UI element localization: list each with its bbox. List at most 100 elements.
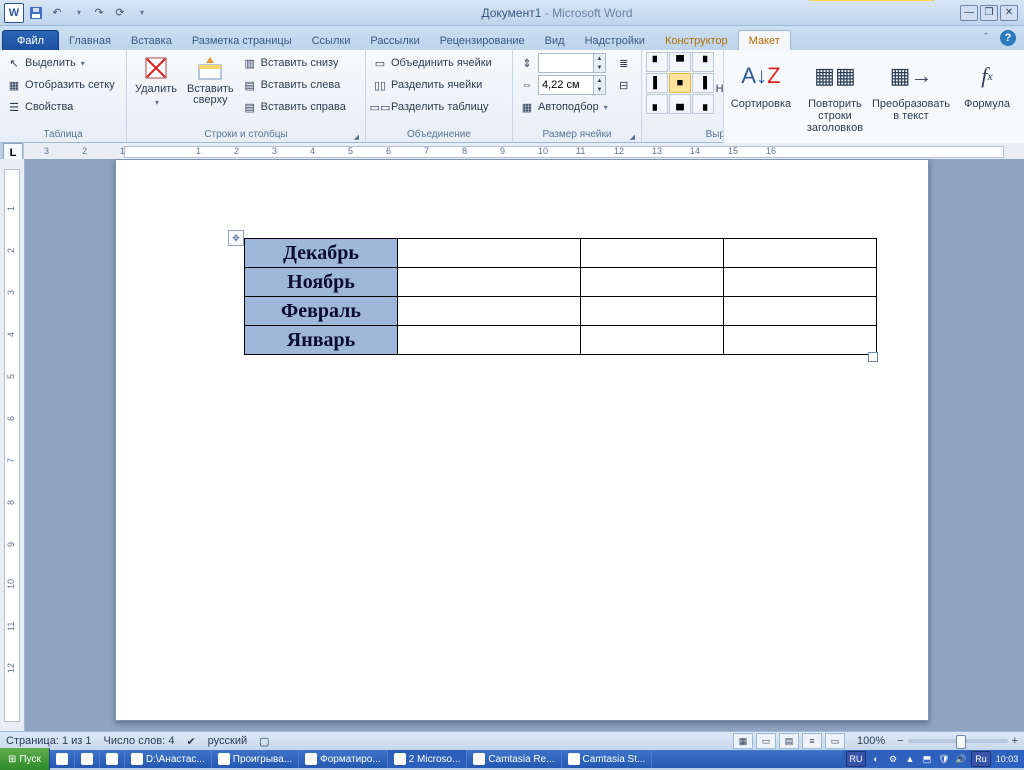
proofing-button[interactable]: ✔ bbox=[186, 735, 195, 748]
table-cell[interactable] bbox=[724, 297, 877, 326]
quick-launch[interactable] bbox=[100, 750, 125, 768]
tab-table-design[interactable]: Конструктор bbox=[655, 31, 738, 50]
align-ml[interactable]: ▌ bbox=[646, 73, 668, 93]
outline-view[interactable]: ≡ bbox=[802, 733, 822, 749]
zoom-level[interactable]: 100% bbox=[857, 735, 885, 747]
tab-home[interactable]: Главная bbox=[59, 31, 121, 50]
group-label[interactable]: Размер ячейки bbox=[517, 128, 637, 142]
tab-addins[interactable]: Надстройки bbox=[575, 31, 655, 50]
taskbar-item[interactable]: Проигрыва... bbox=[212, 750, 299, 768]
table-cell[interactable]: Февраль bbox=[245, 297, 398, 326]
split-cells-button[interactable]: ▯▯Разделить ячейки bbox=[370, 74, 494, 96]
table-resize-handle[interactable] bbox=[868, 352, 878, 362]
table-cell[interactable]: Ноябрь bbox=[245, 268, 398, 297]
merge-cells-button[interactable]: ▭Объединить ячейки bbox=[370, 52, 494, 74]
tray-icon[interactable]: ▲ bbox=[903, 752, 917, 766]
select-button[interactable]: ↖Выделить bbox=[4, 52, 117, 74]
table-move-handle[interactable]: ✥ bbox=[228, 230, 244, 246]
col-width-field[interactable]: ⇔▲▼ bbox=[517, 74, 610, 96]
help-button[interactable]: ? bbox=[1000, 30, 1016, 46]
page-indicator[interactable]: Страница: 1 из 1 bbox=[6, 735, 92, 747]
document-table[interactable]: Декабрь Ноябрь Февраль Январь bbox=[244, 238, 877, 355]
split-table-button[interactable]: ▭▭Разделить таблицу bbox=[370, 96, 494, 118]
tab-file[interactable]: Файл bbox=[2, 30, 59, 50]
vertical-ruler[interactable]: 123456789101112 bbox=[0, 159, 25, 732]
zoom-out-button[interactable]: − bbox=[897, 735, 903, 747]
table-cell[interactable] bbox=[398, 297, 581, 326]
quick-launch[interactable] bbox=[75, 750, 100, 768]
align-mc[interactable]: ■ bbox=[669, 73, 691, 93]
table-cell[interactable] bbox=[724, 239, 877, 268]
table-cell[interactable] bbox=[724, 326, 877, 355]
start-button[interactable]: ⊞ Пуск bbox=[0, 748, 50, 770]
zoom-in-button[interactable]: + bbox=[1012, 735, 1018, 747]
align-br[interactable]: ▗ bbox=[692, 94, 714, 114]
word-count[interactable]: Число слов: 4 bbox=[104, 735, 175, 747]
row-height-field[interactable]: ⇕▲▼ bbox=[517, 52, 610, 74]
table-cell[interactable] bbox=[724, 268, 877, 297]
align-bc[interactable]: ▄ bbox=[669, 94, 691, 114]
table-cell[interactable] bbox=[398, 239, 581, 268]
restore-button[interactable]: ❐ bbox=[980, 5, 998, 21]
print-layout-view[interactable]: ▦ bbox=[733, 733, 753, 749]
close-button[interactable]: ✕ bbox=[1000, 5, 1018, 21]
undo-button[interactable]: ↶ bbox=[48, 4, 66, 22]
properties-button[interactable]: ☰Свойства bbox=[4, 96, 117, 118]
view-gridlines-button[interactable]: ▦Отобразить сетку bbox=[4, 74, 117, 96]
tray-icon[interactable]: ⚙ bbox=[886, 752, 900, 766]
keyboard-layout-1[interactable]: RU bbox=[846, 751, 866, 767]
minimize-ribbon-button[interactable]: ˆ bbox=[978, 30, 994, 46]
undo-dropdown[interactable] bbox=[69, 4, 87, 22]
insert-below-button[interactable]: ▥Вставить снизу bbox=[240, 52, 348, 74]
zoom-thumb[interactable] bbox=[956, 735, 966, 749]
clock[interactable]: 10:03 bbox=[994, 752, 1020, 766]
taskbar-item[interactable]: D:\Анастас... bbox=[125, 750, 212, 768]
col-width-input[interactable] bbox=[539, 76, 593, 94]
tray-icon[interactable]: ◐ bbox=[869, 752, 883, 766]
insert-left-button[interactable]: ▤Вставить слева bbox=[240, 74, 348, 96]
align-bl[interactable]: ▖ bbox=[646, 94, 668, 114]
web-layout-view[interactable]: ▤ bbox=[779, 733, 799, 749]
tab-table-layout[interactable]: Макет bbox=[738, 30, 791, 51]
table-cell[interactable]: Декабрь bbox=[245, 239, 398, 268]
table-cell[interactable] bbox=[581, 268, 724, 297]
tray-icon[interactable]: 🛡 bbox=[937, 752, 951, 766]
quick-launch[interactable] bbox=[50, 750, 75, 768]
macro-record-button[interactable]: ▢ bbox=[259, 735, 269, 748]
taskbar-item[interactable]: 2 Microso... bbox=[388, 750, 468, 768]
table-cell[interactable] bbox=[581, 297, 724, 326]
insert-above-button[interactable]: Вставить сверху bbox=[183, 52, 238, 108]
insert-right-button[interactable]: ▤Вставить справа bbox=[240, 96, 348, 118]
draft-view[interactable]: ▭ bbox=[825, 733, 845, 749]
taskbar-item[interactable]: Форматиро... bbox=[299, 750, 388, 768]
delete-button[interactable]: Удалить bbox=[131, 52, 181, 110]
redo-button[interactable]: ↷ bbox=[90, 4, 108, 22]
taskbar-item[interactable]: Camtasia St... bbox=[562, 750, 653, 768]
tab-page-layout[interactable]: Разметка страницы bbox=[182, 31, 302, 50]
distribute-rows-button[interactable]: ≣ bbox=[614, 52, 634, 74]
table-cell[interactable] bbox=[398, 268, 581, 297]
minimize-button[interactable]: — bbox=[960, 5, 978, 21]
keyboard-layout-2[interactable]: Ru bbox=[971, 751, 991, 767]
align-tr[interactable]: ▝ bbox=[692, 52, 714, 72]
tab-insert[interactable]: Вставка bbox=[121, 31, 182, 50]
autofit-button[interactable]: ▦Автоподбор bbox=[517, 96, 610, 118]
save-button[interactable] bbox=[27, 4, 45, 22]
qat-extra-button[interactable]: ⟳ bbox=[111, 4, 129, 22]
zoom-track[interactable] bbox=[908, 739, 1008, 743]
document-viewport[interactable]: ✥ Декабрь Ноябрь Февраль Январь bbox=[25, 159, 1024, 732]
table-cell[interactable] bbox=[398, 326, 581, 355]
fullscreen-reading-view[interactable]: ▭ bbox=[756, 733, 776, 749]
tab-view[interactable]: Вид bbox=[535, 31, 575, 50]
word-app-icon[interactable]: W bbox=[4, 3, 24, 23]
group-label[interactable]: Строки и столбцы bbox=[131, 128, 361, 142]
table-cell[interactable] bbox=[581, 326, 724, 355]
tray-icon[interactable]: ⬒ bbox=[920, 752, 934, 766]
table-cell[interactable]: Январь bbox=[245, 326, 398, 355]
align-mr[interactable]: ▐ bbox=[692, 73, 714, 93]
tab-review[interactable]: Рецензирование bbox=[430, 31, 535, 50]
tab-references[interactable]: Ссылки bbox=[302, 31, 361, 50]
language-indicator[interactable]: русский bbox=[208, 735, 247, 747]
tab-mailings[interactable]: Рассылки bbox=[360, 31, 429, 50]
distribute-cols-button[interactable]: ⊟ bbox=[614, 74, 634, 96]
